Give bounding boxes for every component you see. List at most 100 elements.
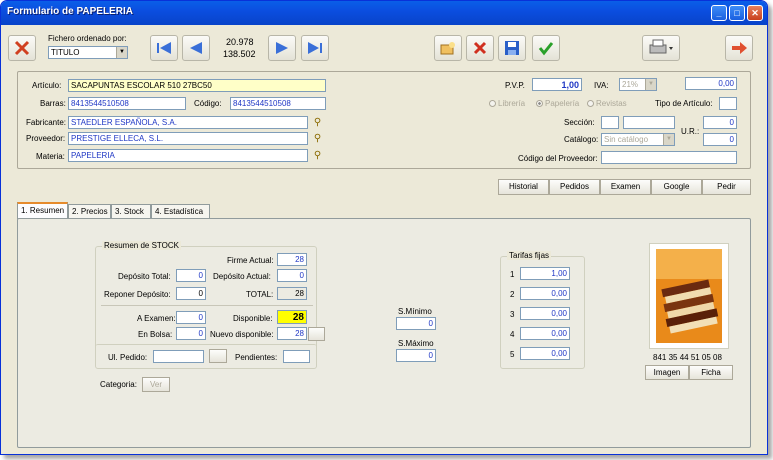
smax-label: S.Máximo <box>398 339 434 348</box>
next-record-button[interactable] <box>268 35 296 61</box>
tarifa-input[interactable]: 0,00 <box>520 327 570 340</box>
iva-amount-input[interactable]: 0,00 <box>685 77 737 90</box>
iva-select[interactable]: 21% ▼ <box>619 78 657 91</box>
disponible-value: 28 <box>277 310 307 324</box>
pendientes-label: Pendientes: <box>235 353 278 362</box>
tarifa-input[interactable]: 0,00 <box>520 287 570 300</box>
chevron-down-icon: ▼ <box>663 134 674 145</box>
materia-input[interactable]: PAPELERIA <box>68 149 308 162</box>
smax-input[interactable]: 0 <box>396 349 436 362</box>
record-total: 138.502 <box>223 49 256 59</box>
first-record-button[interactable] <box>150 35 178 61</box>
printer-icon <box>649 39 673 54</box>
image-caption: 841 35 44 51 05 08 <box>653 353 722 362</box>
codprov-input[interactable] <box>601 151 737 164</box>
iva-label: IVA: <box>594 81 609 90</box>
radio-revistas[interactable]: Revistas <box>587 99 627 108</box>
ur2-input[interactable]: 0 <box>703 133 737 146</box>
nuevodisp-label: Nuevo disponible: <box>210 330 274 339</box>
exit-button[interactable] <box>725 35 753 61</box>
print-button[interactable] <box>642 35 680 61</box>
last-record-button[interactable] <box>301 35 329 61</box>
fabricante-lookup-icon[interactable]: ⚲ <box>310 117 325 129</box>
fabricante-label: Fabricante: <box>26 118 67 127</box>
seccion-code-input[interactable] <box>601 116 619 129</box>
proveedor-label: Proveedor: <box>26 134 66 143</box>
delete-icon <box>473 41 487 55</box>
fabricante-input[interactable]: STAEDLER ESPAÑOLA, S.A. <box>68 116 308 129</box>
close-button[interactable]: ✕ <box>747 5 763 21</box>
prev-record-button[interactable] <box>182 35 210 61</box>
seccion-label: Sección: <box>564 118 595 127</box>
tools-icon <box>14 40 30 56</box>
tarifa-input[interactable]: 0,00 <box>520 347 570 360</box>
sort-label: Fichero ordenado por: <box>48 34 127 43</box>
maximize-button[interactable]: □ <box>729 5 745 21</box>
nuevodisp-button[interactable] <box>308 327 325 341</box>
smin-input[interactable]: 0 <box>396 317 436 330</box>
pedir-button[interactable]: Pedir <box>702 179 751 195</box>
sort-select[interactable]: TITULO ▼ <box>48 46 128 59</box>
examen-button[interactable]: Examen <box>600 179 651 195</box>
save-button[interactable] <box>498 35 526 61</box>
pedidos-button[interactable]: Pedidos <box>549 179 600 195</box>
proveedor-input[interactable]: PRESTIGE ELLECA, S.L. <box>68 132 308 145</box>
total-value: 28 <box>277 287 307 300</box>
tools-button[interactable] <box>8 35 36 61</box>
radio-libreria[interactable]: Librería <box>489 99 525 108</box>
radio-libreria-label: Librería <box>498 99 526 108</box>
enbolsa-input[interactable]: 0 <box>176 327 206 340</box>
product-image-frame <box>649 243 729 349</box>
tab-precios[interactable]: 2. Precios <box>68 204 111 219</box>
historial-button[interactable]: Historial <box>498 179 549 195</box>
google-button[interactable]: Google <box>651 179 702 195</box>
seccion-name-input[interactable] <box>623 116 675 129</box>
ur-label: U.R.: <box>681 127 700 136</box>
radio-icon <box>587 100 594 107</box>
codigo-label: Código: <box>194 99 222 108</box>
tab-estadistica[interactable]: 4. Estadística <box>151 204 210 219</box>
materia-lookup-icon[interactable]: ⚲ <box>310 150 325 162</box>
tipo-input[interactable] <box>719 97 737 110</box>
aexamen-input[interactable]: 0 <box>176 311 206 324</box>
nuevodisp-input[interactable]: 28 <box>277 327 307 340</box>
barras-input[interactable]: 8413544510508 <box>68 97 186 110</box>
articulo-input[interactable]: SACAPUNTAS ESCOLAR 510 27BC50 <box>68 79 326 92</box>
new-record-icon <box>440 42 455 55</box>
aexamen-label: A Examen: <box>137 314 176 323</box>
delete-button[interactable] <box>466 35 494 61</box>
ulpedido-button[interactable] <box>209 349 227 363</box>
iva-value: 21% <box>622 80 639 89</box>
tarifa-input[interactable]: 1,00 <box>520 267 570 280</box>
codprov-label: Código del Proveedor: <box>518 154 598 163</box>
depactual-input[interactable]: 0 <box>277 269 307 282</box>
catalogo-select[interactable]: Sin catálogo ▼ <box>601 133 675 146</box>
imagen-button[interactable]: Imagen <box>645 365 689 380</box>
ver-button[interactable]: Ver <box>142 377 170 392</box>
accept-button[interactable] <box>532 35 560 61</box>
ulpedido-label: Ul. Pedido: <box>108 353 148 362</box>
next-icon <box>276 42 288 54</box>
divider <box>101 305 313 306</box>
minimize-button[interactable]: _ <box>711 5 727 21</box>
check-icon <box>538 42 554 56</box>
reponer-input[interactable]: 0 <box>176 287 206 300</box>
pendientes-input[interactable] <box>283 350 310 363</box>
codigo-input[interactable]: 8413544510508 <box>230 97 326 110</box>
deptotal-input[interactable]: 0 <box>176 269 206 282</box>
tab-stock[interactable]: 3. Stock <box>111 204 151 219</box>
pvp-input[interactable]: 1,00 <box>532 78 582 91</box>
ur1-input[interactable]: 0 <box>703 116 737 129</box>
window-title: Formulario de PAPELERIA <box>7 6 133 17</box>
proveedor-lookup-icon[interactable]: ⚲ <box>310 133 325 145</box>
tab-resumen[interactable]: 1. Resumen <box>17 202 68 219</box>
new-record-button[interactable] <box>434 35 462 61</box>
radio-papeleria[interactable]: Papelería <box>536 99 579 108</box>
total-label: TOTAL: <box>246 290 274 299</box>
reponer-label: Reponer Depósito: <box>104 290 171 299</box>
ulpedido-input[interactable] <box>153 350 204 363</box>
tarifa-input[interactable]: 0,00 <box>520 307 570 320</box>
tarifas-legend: Tarifas fijas <box>507 251 552 260</box>
firme-input[interactable]: 28 <box>277 253 307 266</box>
ficha-button[interactable]: Ficha <box>689 365 733 380</box>
